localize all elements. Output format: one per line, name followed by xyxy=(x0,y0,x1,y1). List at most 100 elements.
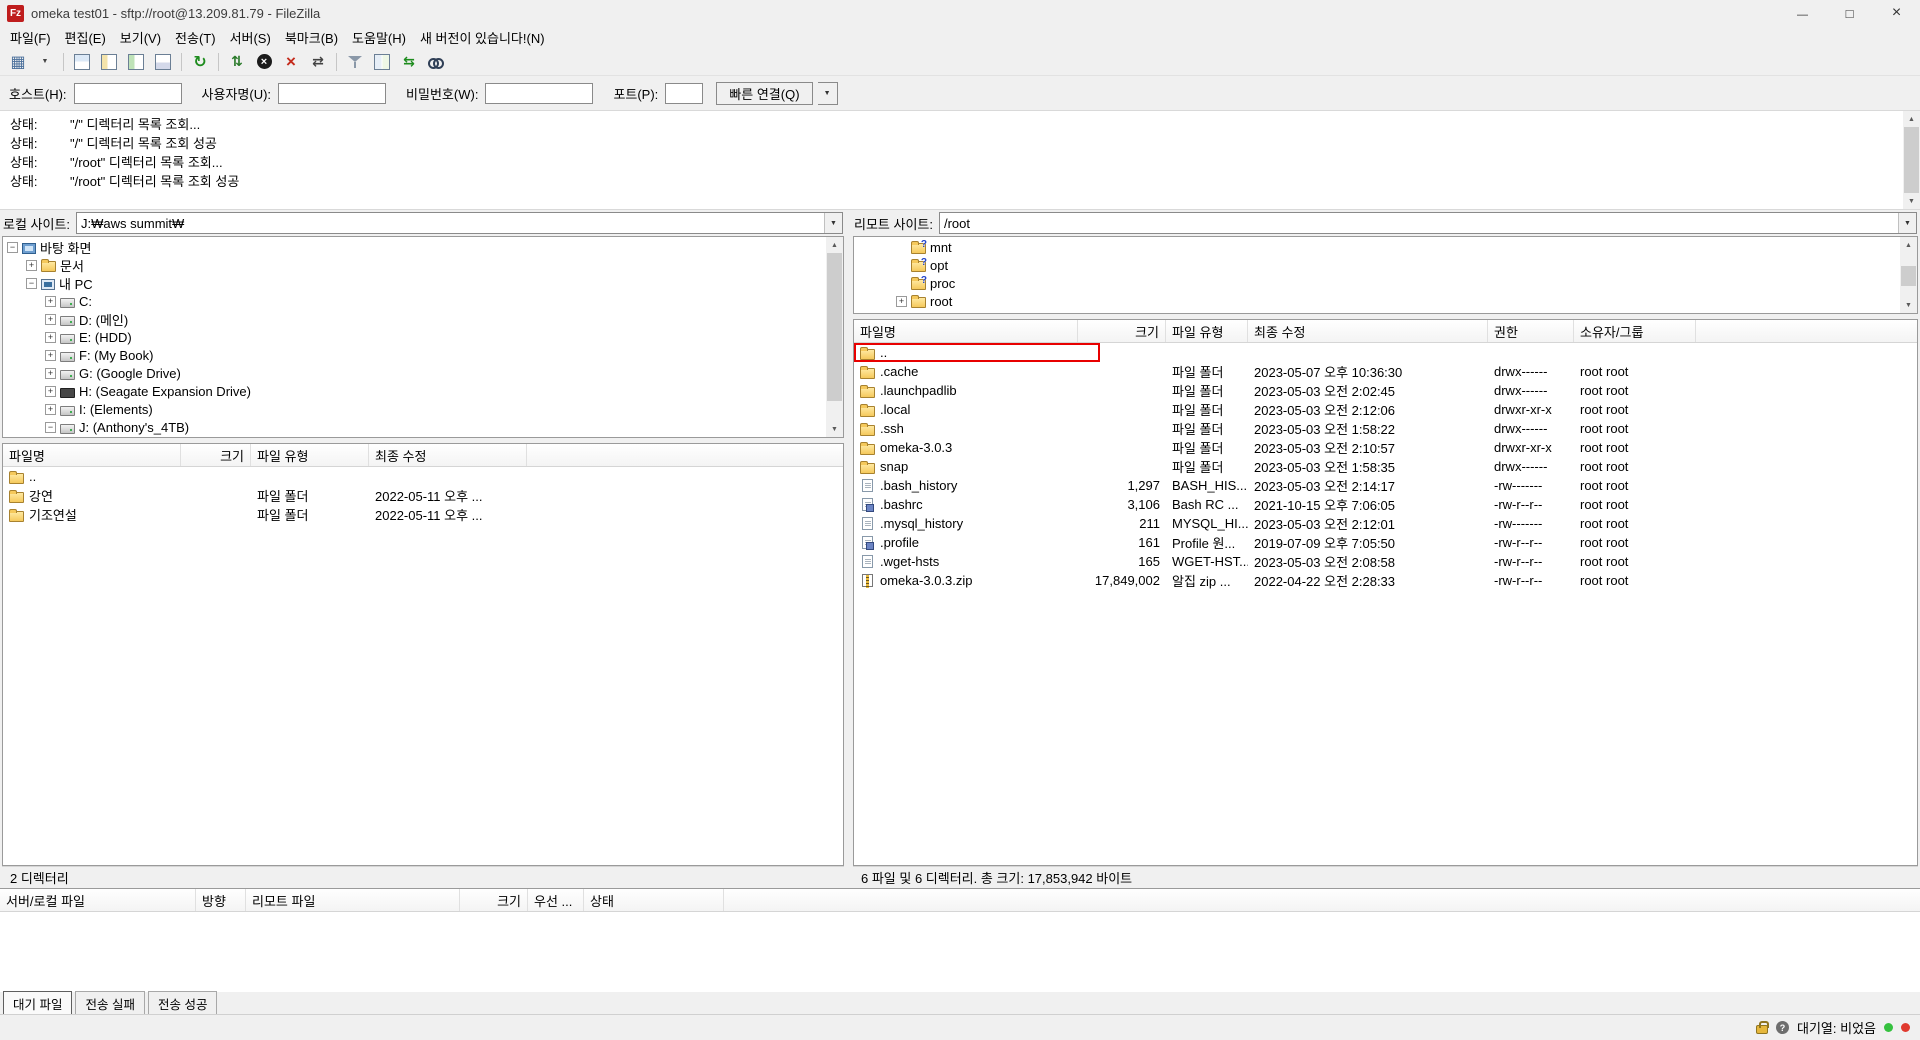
tree-item[interactable]: + H: (Seagate Expansion Drive) xyxy=(3,382,826,400)
column-header-mod[interactable]: 최종 수정 xyxy=(1248,320,1488,342)
tree-expander[interactable]: + xyxy=(45,313,56,325)
column-header-type[interactable]: 파일 유형 xyxy=(251,444,369,466)
log-scrollbar[interactable] xyxy=(1903,111,1920,209)
file-row[interactable]: .bashrc 3,106 Bash RC ... 2021-10-15 오후 7:0… xyxy=(854,495,1917,514)
file-row[interactable]: .. xyxy=(854,343,1917,362)
tree-expander[interactable]: + xyxy=(45,349,56,361)
close-button[interactable] xyxy=(1873,0,1920,26)
tree-expander[interactable]: + xyxy=(45,295,56,307)
remote-site-combo[interactable]: /root xyxy=(938,212,1917,234)
file-row[interactable]: snap 파일 폴더 2023-05-03 오전 1:58:35 drwx------… xyxy=(854,457,1917,476)
site-manager-dropdown-button[interactable] xyxy=(32,50,58,74)
refresh-button[interactable] xyxy=(187,50,213,74)
quickconnect-dropdown-icon[interactable] xyxy=(817,81,838,105)
quickconnect-button[interactable]: 빠른 연결(Q) xyxy=(716,81,813,105)
tree-item[interactable]: + root xyxy=(854,292,1900,310)
column-header-name[interactable]: 파일명 xyxy=(854,320,1078,342)
tree-item[interactable]: mnt xyxy=(854,238,1900,256)
scroll-up-icon[interactable] xyxy=(826,237,843,253)
toggle-remote-tree-button[interactable] xyxy=(123,50,149,74)
menu-item[interactable]: 도움말(H) xyxy=(345,26,413,49)
column-header-type[interactable]: 파일 유형 xyxy=(1166,320,1248,342)
toggle-message-log-button[interactable] xyxy=(69,50,95,74)
tree-item[interactable]: + 문서 xyxy=(3,256,826,274)
queue-tab[interactable]: 전송 성공 xyxy=(147,990,218,1016)
tree-item[interactable]: + F: (My Book) xyxy=(3,346,826,364)
queue-tab[interactable]: 전송 실패 xyxy=(75,990,145,1016)
column-header-mod[interactable]: 최종 수정 xyxy=(369,444,527,466)
file-row[interactable]: .cache 파일 폴더 2023-05-07 오후 10:36:30 drwx---… xyxy=(854,362,1917,381)
file-row[interactable]: .bash_history 1,297 BASH_HIS... 2023-05-03 … xyxy=(854,476,1917,495)
toggle-local-tree-button[interactable] xyxy=(96,50,122,74)
password-input[interactable] xyxy=(485,82,594,104)
scroll-down-icon[interactable] xyxy=(1903,193,1920,209)
tree-item[interactable]: + C: xyxy=(3,292,826,310)
compare-directories-button[interactable] xyxy=(369,50,395,74)
combo-dropdown-icon[interactable] xyxy=(1898,213,1916,233)
local-tree-scrollbar[interactable] xyxy=(826,237,843,437)
combo-dropdown-icon[interactable] xyxy=(824,213,842,233)
scroll-up-icon[interactable] xyxy=(1903,111,1920,127)
column-header-qstatus[interactable]: 상태 xyxy=(584,889,724,911)
site-manager-button[interactable] xyxy=(5,50,31,74)
file-row[interactable]: .launchpadlib 파일 폴더 2023-05-03 오전 2:02:45 d… xyxy=(854,381,1917,400)
disconnect-button[interactable] xyxy=(278,50,304,74)
file-row[interactable]: .wget-hsts 165 WGET-HST... 2023-05-03 오전 2:… xyxy=(854,552,1917,571)
scroll-down-icon[interactable] xyxy=(1900,297,1917,313)
column-header-name[interactable]: 파일명 xyxy=(3,444,181,466)
column-header-qpri[interactable]: 우선 ... xyxy=(528,889,584,911)
local-site-combo[interactable]: J:₩aws summit₩ xyxy=(76,212,843,234)
column-header-qserver[interactable]: 서버/로컬 파일 xyxy=(0,889,196,911)
menu-item[interactable]: 편집(E) xyxy=(58,26,113,49)
minimize-button[interactable] xyxy=(1779,0,1826,26)
filter-button[interactable] xyxy=(342,50,368,74)
column-header-qdir[interactable]: 방향 xyxy=(196,889,246,911)
menu-item[interactable]: 북마크(B) xyxy=(278,26,345,49)
menu-item[interactable]: 새 버전이 있습니다!(N) xyxy=(413,26,552,49)
menu-item[interactable]: 서버(S) xyxy=(223,26,278,49)
tree-item[interactable]: − 바탕 화면 xyxy=(3,238,826,256)
process-queue-button[interactable] xyxy=(224,50,250,74)
scroll-down-icon[interactable] xyxy=(826,421,843,437)
column-header-size[interactable]: 크기 xyxy=(1078,320,1166,342)
tree-item[interactable]: + G: (Google Drive) xyxy=(3,364,826,382)
tree-item[interactable]: proc xyxy=(854,274,1900,292)
cancel-button[interactable] xyxy=(251,50,277,74)
tree-expander[interactable]: + xyxy=(45,385,56,397)
file-row[interactable]: .mysql_history 211 MYSQL_HI... 2023-05-03 오… xyxy=(854,514,1917,533)
queue-tab[interactable]: 대기 파일 xyxy=(3,990,73,1016)
tree-item[interactable]: − J: (Anthony's_4TB) xyxy=(3,418,826,436)
menu-item[interactable]: 전송(T) xyxy=(168,26,223,49)
column-header-qremote[interactable]: 리모트 파일 xyxy=(246,889,460,911)
file-row[interactable]: .profile 161 Profile 원... 2019-07-09 오후 7:0… xyxy=(854,533,1917,552)
tree-item[interactable]: + D: (메인) xyxy=(3,310,826,328)
file-row[interactable]: omeka-3.0.3 파일 폴더 2023-05-03 오전 2:10:57 drw… xyxy=(854,438,1917,457)
tree-item[interactable]: + E: (HDD) xyxy=(3,328,826,346)
file-row[interactable]: .ssh 파일 폴더 2023-05-03 오전 1:58:22 drwx------… xyxy=(854,419,1917,438)
toggle-transfer-queue-button[interactable] xyxy=(150,50,176,74)
host-input[interactable] xyxy=(73,82,182,104)
column-header-size[interactable]: 크기 xyxy=(181,444,251,466)
column-header-perm[interactable]: 권한 xyxy=(1488,320,1574,342)
remote-tree-scrollbar[interactable] xyxy=(1900,237,1917,313)
synchronized-browsing-button[interactable] xyxy=(396,50,422,74)
tree-expander[interactable]: − xyxy=(26,277,37,289)
column-header-owner[interactable]: 소유자/그룹 xyxy=(1574,320,1696,342)
tree-item[interactable]: − 내 PC xyxy=(3,274,826,292)
tree-expander[interactable]: + xyxy=(45,367,56,379)
file-row[interactable]: .local 파일 폴더 2023-05-03 오전 2:12:06 drwxr-xr… xyxy=(854,400,1917,419)
scroll-up-icon[interactable] xyxy=(1900,237,1917,253)
tree-expander[interactable]: + xyxy=(45,403,56,415)
tree-item[interactable]: opt xyxy=(854,256,1900,274)
find-files-button[interactable] xyxy=(423,50,449,74)
tree-expander[interactable]: + xyxy=(26,259,37,271)
file-row[interactable]: 기조연설 파일 폴더 2022-05-11 오후 ... xyxy=(3,505,843,524)
tree-expander[interactable]: + xyxy=(45,331,56,343)
file-row[interactable]: 강연 파일 폴더 2022-05-11 오후 ... xyxy=(3,486,843,505)
tree-item[interactable]: + I: (Elements) xyxy=(3,400,826,418)
column-header-qsize[interactable]: 크기 xyxy=(460,889,528,911)
menu-item[interactable]: 보기(V) xyxy=(113,26,168,49)
tree-expander[interactable]: − xyxy=(7,241,18,253)
tree-expander[interactable]: − xyxy=(45,421,56,433)
file-row[interactable]: omeka-3.0.3.zip 17,849,002 알집 zip ... 2022-… xyxy=(854,571,1917,590)
